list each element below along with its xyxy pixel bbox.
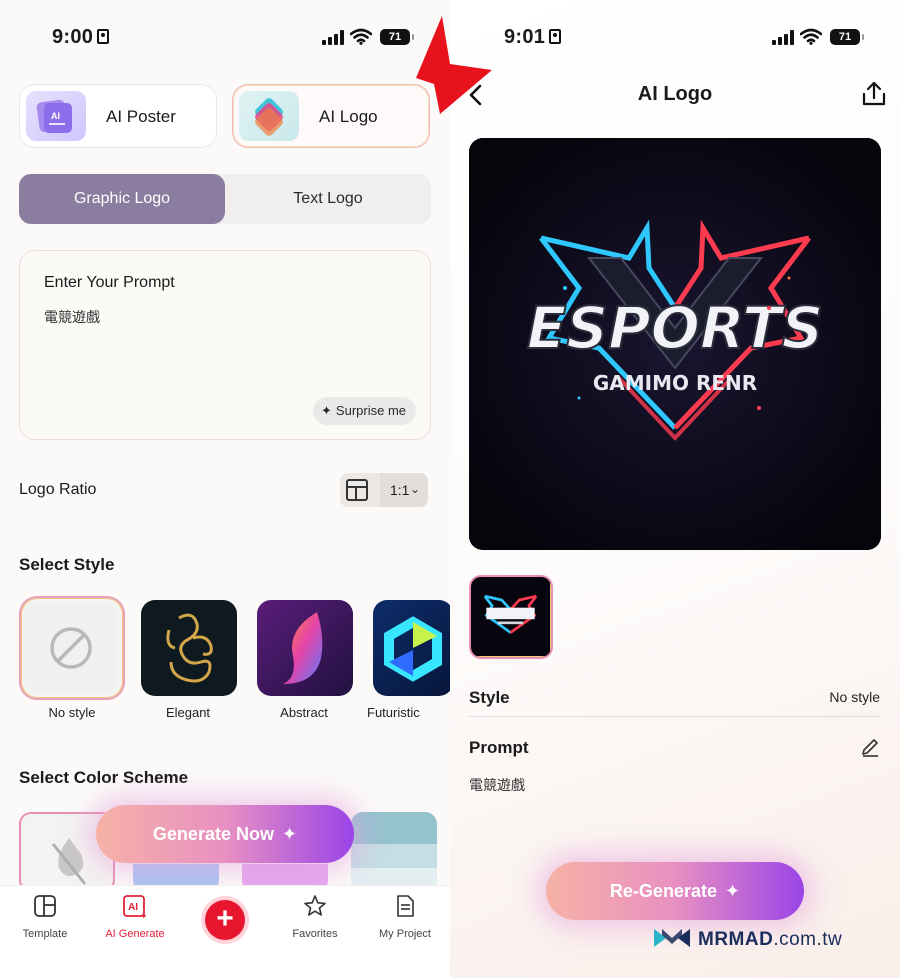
status-time: 9:01 [504,26,562,49]
futuristic-style-image [384,616,442,682]
watermark-brand: MRMAD [698,929,774,950]
abstract-style-image [283,612,323,684]
style-tile-abstract[interactable] [257,600,353,696]
esports-logo-thumbnail [471,577,550,656]
tab-my-project-label: My Project [379,928,431,940]
document-icon [360,894,450,922]
color-scheme-teal[interactable] [351,812,437,892]
watermark-domain: .com.tw [773,929,843,950]
tab-template-label: Template [22,928,68,940]
style-caption-futuristic: Futuristic [367,705,420,720]
style-caption-elegant: Elegant [165,705,211,720]
ai-generate-icon: AI ✦ [90,894,180,922]
logo-main-text: ESPORTS [527,294,824,362]
tab-template[interactable]: Template [0,894,90,940]
ai-poster-thumbnail: AI [26,91,86,141]
prompt-value[interactable]: 電競遊戲 [44,307,100,327]
result-thumbnail[interactable] [469,575,553,659]
share-icon[interactable] [861,80,887,108]
svg-text:AI: AI [51,111,60,121]
wifi-icon [800,28,822,45]
style-caption-abstract: Abstract [280,705,328,720]
template-icon [0,894,90,922]
layout-icon [346,479,368,501]
annotation-arrow [416,16,492,114]
select-style-title: Select Style [19,555,115,574]
prompt-input-box[interactable]: Enter Your Prompt 電競遊戲 ✦ Surprise me [19,250,431,440]
select-color-scheme-title: Select Color Scheme [19,768,189,787]
svg-text:✦: ✦ [140,911,148,920]
regenerate-label: Re-Generate [609,881,717,901]
star-icon [270,894,360,922]
status-bar: 9:01 71 [450,22,900,52]
divider [469,716,881,717]
surprise-me-button[interactable]: ✦ Surprise me [313,397,416,425]
logo-type-segment: Graphic Logo Text Logo [19,174,431,224]
ratio-value: 1:1 [390,482,410,498]
graphic-logo-tab[interactable]: Graphic Logo [19,174,225,224]
status-time: 9:00 [52,26,110,49]
sparkle-icon: ✦ [724,881,741,901]
style-caption-none: No style [48,705,96,720]
prompt-value: 電競遊戲 [469,777,525,793]
ai-poster-label: AI Poster [106,107,176,126]
tab-favorites-label: Favorites [292,928,338,940]
battery-icon: 71 [380,29,414,45]
ai-logo-thumbnail [239,91,299,141]
logo-ratio-label: Logo Ratio [19,481,97,498]
tab-my-project[interactable]: My Project [360,894,450,940]
elegant-style-image [166,613,213,683]
logo-sub-text: GAMIMO RENR [593,371,757,395]
surprise-me-label: Surprise me [335,403,406,418]
style-label: Style [469,688,510,707]
prompt-label: Prompt [469,738,529,757]
esports-logo-artwork: ESPORTS GAMIMO RENR [469,138,881,550]
wifi-icon [350,28,372,45]
id-card-icon [97,29,110,44]
ai-logo-label: AI Logo [319,107,378,126]
right-screen: 9:01 71 AI Logo ESPORTS GAMIMO RENR Styl… [450,0,900,978]
sparkle-icon: ✦ [281,824,298,844]
style-tile-none[interactable] [19,596,125,700]
signal-icon [772,30,794,45]
style-tile-futuristic[interactable] [373,600,450,696]
generate-now-button[interactable]: Generate Now ✦ [96,805,354,863]
svg-text:AI: AI [128,902,138,913]
id-card-icon [549,29,562,44]
prompt-title: Enter Your Prompt [44,274,175,291]
tab-favorites[interactable]: Favorites [270,894,360,940]
tab-ai-generate-label: AI Generate [105,928,165,940]
generated-logo-image[interactable]: ESPORTS GAMIMO RENR [469,138,881,550]
status-bar: 9:00 71 [0,22,450,52]
create-plus-button[interactable]: + [205,900,245,940]
watermark: MRMAD.com.tw [652,925,852,955]
page-title: AI Logo [637,83,713,105]
watermark-text: MRMAD.com.tw [698,929,842,951]
tab-ai-generate[interactable]: AI ✦ AI Generate [90,894,180,940]
ai-logo-card[interactable]: AI Logo [232,84,430,148]
text-logo-tab[interactable]: Text Logo [225,174,431,224]
generate-now-label: Generate Now [152,824,274,844]
no-style-icon [25,602,118,693]
edit-pencil-icon[interactable] [860,737,880,757]
mrmad-logo-icon [654,929,690,947]
signal-icon [322,30,344,45]
style-tile-elegant[interactable] [141,600,237,696]
style-value: No style [829,689,880,705]
logo-ratio-selector[interactable]: 1:1 ⌄ [340,473,428,507]
battery-icon: 71 [830,29,864,45]
left-screen: 9:00 71 AI AI Poster AI Logo Graphic Log… [0,0,450,978]
regenerate-button[interactable]: Re-Generate ✦ [546,862,804,920]
tab-bar: Template AI ✦ AI Generate + Favorites My … [0,885,450,978]
ai-poster-card[interactable]: AI AI Poster [19,84,217,148]
chevron-down-icon: ⌄ [410,482,421,496]
sparkle-icon: ✦ [321,403,332,418]
